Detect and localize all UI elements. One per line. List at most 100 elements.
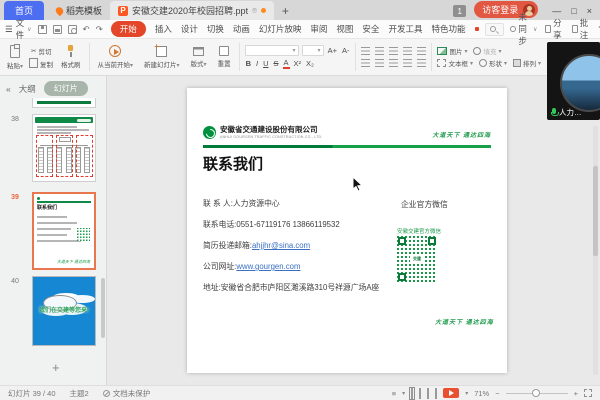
format-painter-label: 格式刷	[61, 59, 81, 69]
slide-38-thumbnail[interactable]	[32, 114, 96, 182]
contact-email-line[interactable]: 简历投递邮箱:ahjjhr@sina.com	[203, 240, 310, 251]
protection-status[interactable]: 文档未保护	[103, 388, 151, 399]
thumb38-red-dashed-box	[56, 135, 73, 177]
notes-icon[interactable]: ≡	[392, 389, 396, 398]
undo-icon[interactable]: ↶	[83, 24, 90, 35]
superscript-button[interactable]: X²	[293, 59, 303, 68]
italic-button[interactable]: I	[255, 59, 259, 68]
print-icon[interactable]	[53, 25, 62, 34]
slide-40-thumbnail[interactable]: 我们在交建等您来!	[32, 276, 96, 346]
slide-39-thumbnail-selected[interactable]: 联系我们 大道天下 通达四海	[32, 192, 96, 270]
tab-features[interactable]: 特色功能	[431, 23, 465, 35]
tab-view[interactable]: 视图	[336, 23, 353, 35]
paste-button[interactable]: 粘贴▾	[4, 43, 26, 72]
canvas-scrollbar[interactable]	[593, 126, 598, 375]
tab-security[interactable]: 安全	[362, 23, 379, 35]
docer-template-tab[interactable]: 稻壳模板	[48, 1, 110, 20]
guest-login-button[interactable]: 访客登录	[474, 1, 538, 18]
tab-slideshow[interactable]: 幻灯片放映	[259, 23, 302, 35]
comment-button[interactable]: 批注	[572, 17, 591, 41]
zoom-slider-knob[interactable]	[532, 389, 540, 397]
textbox-button[interactable]: 文本框 ▾	[437, 58, 473, 68]
shapes-button[interactable]: 形状 ▾	[479, 58, 507, 68]
align-right-icon[interactable]	[389, 59, 398, 67]
reset-button[interactable]: 重置	[215, 44, 234, 70]
file-menu[interactable]: ☰ 文件 ∨	[5, 17, 32, 41]
bullet-list-icon[interactable]	[361, 47, 370, 55]
email-link[interactable]: ahjjhr@sina.com	[252, 241, 310, 250]
zoom-out-button[interactable]: −	[495, 389, 499, 398]
new-slide-button[interactable]: 新建幻灯片▾	[141, 44, 183, 71]
cut-button[interactable]: ✂ 剪切	[31, 46, 53, 56]
align-left-icon[interactable]	[361, 59, 370, 67]
notification-badge[interactable]: 1	[453, 5, 466, 17]
redo-icon[interactable]: ↷	[96, 24, 103, 35]
bold-button[interactable]: B	[245, 59, 252, 68]
decrease-indent-icon[interactable]	[389, 47, 398, 55]
save-icon[interactable]	[38, 25, 47, 34]
zoom-in-button[interactable]: +	[574, 389, 578, 398]
sidebar-scrollbar-thumb[interactable]	[101, 278, 105, 338]
print-preview-icon[interactable]	[68, 25, 77, 34]
text-direction-icon[interactable]	[417, 47, 426, 55]
align-center-icon[interactable]	[375, 59, 384, 67]
tab-insert[interactable]: 插入	[155, 23, 172, 35]
tab-start[interactable]: 开始	[111, 21, 146, 37]
justify-icon[interactable]	[403, 59, 412, 67]
fit-slide-button[interactable]	[584, 389, 592, 397]
line-spacing-icon[interactable]	[417, 59, 426, 67]
shrink-font-button[interactable]: A-	[341, 46, 351, 55]
slideshow-caret-icon[interactable]: ▾	[465, 390, 468, 397]
share-button[interactable]: 分享	[545, 17, 564, 41]
sidebar-scrollbar[interactable]	[101, 98, 105, 385]
strikethrough-button[interactable]: S	[273, 59, 280, 68]
command-search[interactable]	[485, 23, 504, 36]
numbered-list-icon[interactable]	[375, 47, 384, 55]
layout-button[interactable]: 版式▾	[188, 45, 210, 70]
document-tab[interactable]: P 安徽交建2020年校园招聘.ppt ⌾	[110, 1, 274, 20]
format-painter-button[interactable]: 格式刷	[58, 43, 84, 71]
slide-title[interactable]: 联系我们	[203, 153, 263, 174]
slides-tab[interactable]: 幻灯片	[44, 81, 88, 96]
arrange-button[interactable]: 排列 ▾	[513, 58, 541, 68]
outline-tab[interactable]: 大纲	[19, 83, 36, 95]
fill-button[interactable]: 填充 ▾	[473, 46, 501, 56]
video-call-overlay[interactable]: 人力…	[547, 42, 600, 120]
slide-sorter-view-button[interactable]	[419, 389, 421, 398]
font-size-combobox[interactable]: ▾	[302, 45, 324, 56]
website-link[interactable]: www.gourgen.com	[236, 262, 300, 271]
tab-devtools[interactable]: 开发工具	[388, 23, 422, 35]
grow-font-button[interactable]: A+	[327, 46, 338, 55]
contact-website-line[interactable]: 公司网址:www.gourgen.com	[203, 261, 301, 272]
play-from-current-button[interactable]: 从当前开始▾	[95, 43, 137, 71]
sync-status[interactable]: 未同步 ∨	[510, 11, 537, 47]
start-slideshow-button[interactable]	[443, 388, 459, 398]
zoom-level[interactable]: 71%	[474, 389, 489, 398]
copy-button[interactable]: 复制	[31, 59, 53, 69]
picture-button[interactable]: 图片 ▾	[437, 46, 467, 56]
zoom-slider[interactable]	[506, 393, 568, 394]
theme-label[interactable]: 主题2	[70, 388, 89, 399]
font-color-button[interactable]: A	[283, 58, 290, 69]
presenter-view-button[interactable]	[435, 389, 437, 398]
tab-review[interactable]: 审阅	[310, 23, 327, 35]
new-tab-button[interactable]: +	[274, 4, 297, 20]
canvas-scrollbar-thumb[interactable]	[593, 166, 598, 256]
contact-person-line[interactable]: 联 系 人:人力资源中心	[203, 198, 280, 209]
increase-indent-icon[interactable]	[403, 47, 412, 55]
slide-canvas[interactable]: 安徽省交通建设股份有限公司 ANHUI GOURGEN TRAFFIC CONS…	[107, 76, 600, 385]
contact-phone-line[interactable]: 联系电话:0551-67119176 13866119532	[203, 219, 340, 230]
collapse-panel-icon[interactable]: «	[6, 84, 11, 94]
normal-view-button[interactable]	[411, 389, 413, 398]
subscript-button[interactable]: X₂	[305, 59, 315, 68]
tab-transitions[interactable]: 切换	[207, 23, 224, 35]
slide-39-editor[interactable]: 安徽省交通建设股份有限公司 ANHUI GOURGEN TRAFFIC CONS…	[187, 88, 507, 373]
tab-design[interactable]: 设计	[181, 23, 198, 35]
tab-animation[interactable]: 动画	[233, 23, 250, 35]
reading-view-button[interactable]	[427, 389, 429, 398]
underline-button[interactable]: U	[262, 59, 269, 68]
contact-address-line[interactable]: 地址:安徽省合肥市庐阳区濉溪路310号祥源广场A座	[203, 282, 379, 293]
add-slide-button[interactable]: +	[52, 360, 60, 375]
font-name-combobox[interactable]: ▾	[245, 45, 299, 56]
slide-thumbnail-partial[interactable]	[32, 98, 96, 108]
